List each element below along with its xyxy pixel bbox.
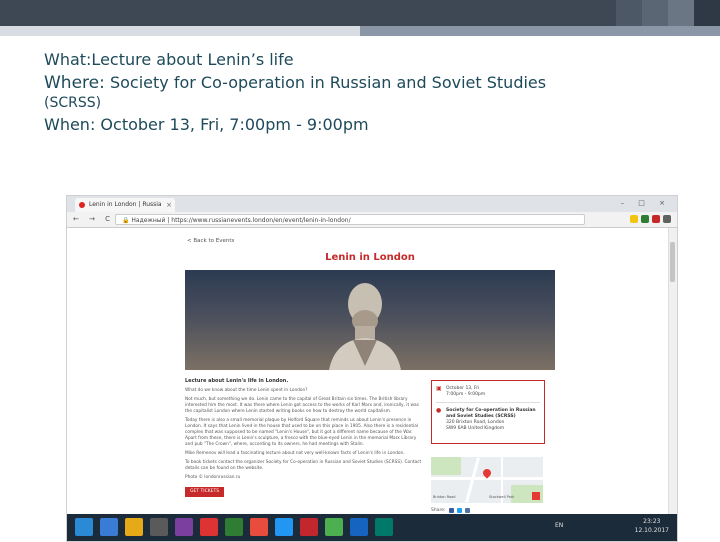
info-address-line-2: SW9 6AB United Kingdom bbox=[446, 426, 505, 431]
window-controls[interactable]: – □ × bbox=[621, 199, 671, 207]
page-scrollbar[interactable] bbox=[668, 228, 677, 514]
opera-icon[interactable] bbox=[200, 518, 218, 536]
extension-icon[interactable] bbox=[641, 215, 649, 223]
app-icon[interactable] bbox=[300, 518, 318, 536]
ie-icon[interactable] bbox=[100, 518, 118, 536]
article-heading: Lecture about Lenin's life in London. bbox=[185, 378, 289, 384]
article-paragraph: To book tickets contact the organizer So… bbox=[185, 460, 422, 471]
skype-icon[interactable] bbox=[275, 518, 293, 536]
folder-icon[interactable] bbox=[125, 518, 143, 536]
event-map[interactable]: Brixton Road Stockwell Park bbox=[431, 457, 543, 503]
get-tickets-button[interactable]: GET TICKETS bbox=[185, 487, 225, 497]
tab-title: Lenin in London | Russia bbox=[89, 201, 162, 208]
article-body: Lecture about Lenin's life in London. Wh… bbox=[185, 378, 423, 497]
location-pin-icon: ● bbox=[436, 407, 442, 414]
clock-date: 12.10.2017 bbox=[634, 527, 669, 534]
event-info-box: ▣ October 13, Fri 7:00pm - 9:00pm ● Soci… bbox=[431, 380, 545, 444]
hero-image bbox=[185, 270, 555, 370]
heading-where-value: Society for Co-operation in Russian and … bbox=[109, 73, 547, 92]
start-icon[interactable] bbox=[75, 518, 93, 536]
clock-time: 23:23 bbox=[643, 518, 661, 525]
extension-icon[interactable] bbox=[652, 215, 660, 223]
map-label: Brixton Road bbox=[433, 495, 456, 499]
back-to-events-link[interactable]: < Back to Events bbox=[187, 238, 234, 244]
chrome-icon[interactable] bbox=[250, 518, 268, 536]
url-text: https://www.russianevents.london/en/even… bbox=[171, 217, 351, 224]
info-venue: Society for Co-operation in Russian and … bbox=[446, 408, 536, 419]
web-page: < Back to Events Lenin in London Lecture… bbox=[67, 228, 677, 514]
article-paragraph: Not much, but something we do. Lenin cam… bbox=[185, 397, 419, 414]
heading-what: What:Lecture about Lenin’s life bbox=[44, 50, 294, 69]
media-icon[interactable] bbox=[150, 518, 168, 536]
extension-icons bbox=[630, 215, 671, 223]
scrollbar-thumb[interactable] bbox=[670, 242, 675, 282]
language-indicator[interactable]: EN bbox=[555, 522, 563, 529]
slide-accent-bar-light bbox=[0, 26, 360, 36]
menu-icon[interactable] bbox=[663, 215, 671, 223]
map-fullscreen-icon[interactable] bbox=[532, 492, 540, 500]
url-secure-label: Надежный bbox=[131, 217, 166, 224]
browser-screenshot: Lenin in London | Russia × – □ × ← → C ⌂… bbox=[66, 195, 678, 542]
word-icon[interactable] bbox=[350, 518, 368, 536]
heading-where-label: Where: bbox=[44, 73, 105, 93]
browser-tab[interactable]: Lenin in London | Russia × bbox=[75, 198, 175, 212]
share-row: Share: bbox=[431, 508, 470, 513]
info-date-row: ▣ October 13, Fri 7:00pm - 9:00pm bbox=[432, 386, 544, 398]
app-icon[interactable] bbox=[225, 518, 243, 536]
lock-icon: 🔒 bbox=[122, 217, 130, 224]
article-paragraph: Mike Remenov will lead a fascinating lec… bbox=[185, 451, 405, 456]
slide-heading: What:Lecture about Lenin’s life Where: S… bbox=[44, 50, 684, 134]
info-time: 7:00pm - 9:00pm bbox=[446, 392, 486, 397]
address-bar: ← → C ⌂ 🔒 Надежный | https://www.russian… bbox=[67, 212, 677, 228]
article-paragraph: Today there is also a small memorial pla… bbox=[185, 418, 419, 447]
facebook-icon[interactable] bbox=[448, 508, 454, 513]
app-icon[interactable] bbox=[375, 518, 393, 536]
vk-icon[interactable] bbox=[464, 508, 470, 513]
url-input[interactable]: 🔒 Надежный | https://www.russianevents.l… bbox=[115, 214, 585, 225]
favicon-icon bbox=[79, 202, 85, 208]
page-title: Lenin in London bbox=[325, 252, 415, 263]
share-label: Share: bbox=[431, 508, 446, 513]
heading-where: Where: Society for Co-operation in Russi… bbox=[44, 73, 684, 93]
slide-top-bar bbox=[0, 0, 720, 26]
twitter-icon[interactable] bbox=[456, 508, 462, 513]
page-content: < Back to Events Lenin in London Lecture… bbox=[185, 228, 555, 514]
info-venue-row: ● Society for Co-operation in Russian an… bbox=[432, 408, 544, 432]
article-paragraph: What do we know about the time Lenin spe… bbox=[185, 388, 308, 393]
calendar-icon: ▣ bbox=[436, 385, 442, 392]
app-icon[interactable] bbox=[175, 518, 193, 536]
windows-taskbar: EN 23:23 12.10.2017 bbox=[67, 514, 677, 541]
close-tab-icon[interactable]: × bbox=[166, 198, 172, 212]
browser-tab-bar: Lenin in London | Russia × – □ × bbox=[67, 196, 677, 212]
slide-top-blocks bbox=[616, 0, 720, 26]
lenin-bust-image bbox=[329, 283, 401, 370]
map-label: Stockwell Park bbox=[489, 495, 515, 499]
system-clock[interactable]: 23:23 12.10.2017 bbox=[635, 517, 669, 535]
app-icon[interactable] bbox=[325, 518, 343, 536]
heading-where-abbr: (SCRSS) bbox=[44, 95, 102, 111]
taskbar-apps bbox=[75, 518, 393, 536]
star-icon[interactable] bbox=[630, 215, 638, 223]
article-paragraph: Photo © londonrussian.ru bbox=[185, 475, 241, 480]
heading-when: When: October 13, Fri, 7:00pm - 9:00pm bbox=[44, 115, 369, 134]
